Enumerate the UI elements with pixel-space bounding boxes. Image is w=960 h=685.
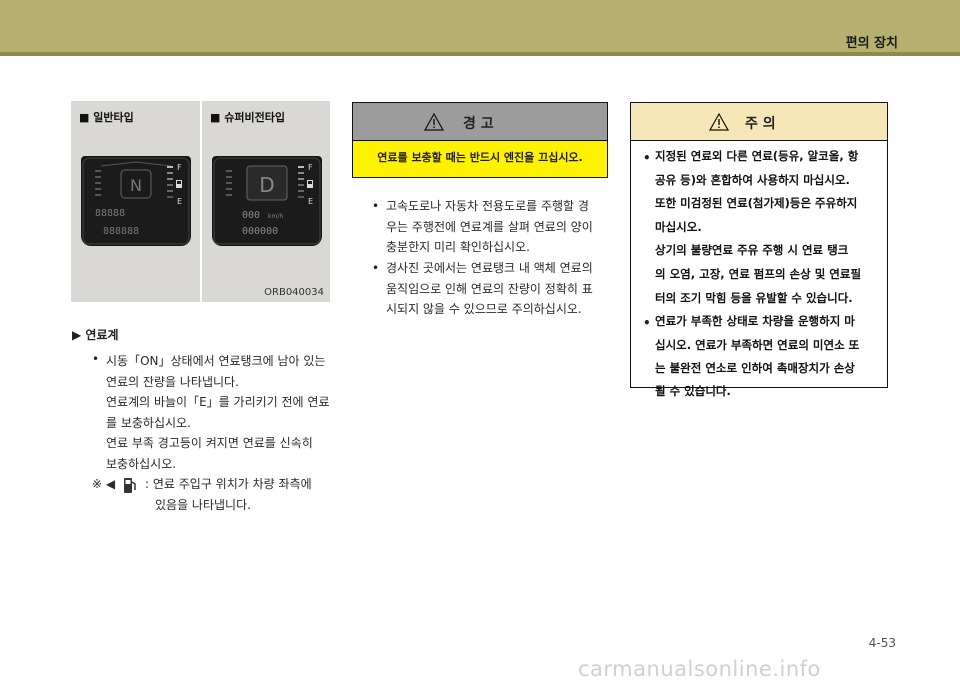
fuel-pump-icon [307,180,313,188]
fuel-pump-icon [176,180,182,188]
caution-bullet: • [643,316,651,330]
section-line: 를 보충하십시오. [106,415,191,430]
supervision-type-panel: ■ 슈퍼비전타입 D F E 000 km/h 000000 ORB040034 [202,101,330,302]
note-line: 있음을 나타냅니다. [155,497,251,512]
section-heading: ▶ 연료계 [72,326,119,343]
caution-title: 주 의 [745,116,776,132]
caution-bullet: • [643,151,651,165]
header-rule [0,52,960,56]
caution-line: 터의 조기 막힘 등을 유발할 수 있습니다. [655,290,853,305]
chapter-title: 편의 장치 [845,36,898,51]
warning-line: 고속도로나 자동차 전용도로를 주행할 경 [386,199,589,213]
warning-line: 시되지 않을 수 있으므로 주의하십시오. [386,302,582,316]
section-line: 연료의 잔량을 나타냅니다. [106,374,239,389]
supervision-odometer: 000000 [242,226,278,237]
standard-type-label: ■ 일반타입 [79,111,134,124]
header-band [0,0,960,52]
section-line: 연료 부족 경고등이 켜지면 연료를 신속히 [106,436,313,450]
caution-line: 의 오염, 고장, 연료 펌프의 손상 및 연료필 [655,267,862,281]
warning-header: 경 고 [353,103,607,141]
figure-code: ORB040034 [264,287,324,298]
caution-triangle-icon [709,113,729,131]
standard-type-panel: ■ 일반타입 N F E 88888 888888 [71,101,200,302]
fuel-empty-mark: E [308,197,313,206]
fuel-full-mark: F [308,163,313,172]
caution-box: 주 의 • 지정된 연료외 다른 연료(등유, 알코올, 항 공유 등)와 혼합… [630,102,888,398]
section-line: 보충하십시오. [106,456,177,471]
warning-line: 우는 주행전에 연료계를 살펴 연료의 양이 [386,219,593,234]
watermark: carmanualsonline.info [578,657,821,681]
standard-cluster-graphic: N F E 88888 888888 [82,157,190,245]
standard-gear-text: N [130,176,142,195]
warning-bullet: • [372,199,380,213]
supervision-type-label: ■ 슈퍼비전타입 [210,111,285,124]
section-bullet: • [92,352,100,366]
caution-line: 또한 미검정된 연료(첨가제)등은 주유하지 [655,196,858,211]
section-marker-icon: ▶ [72,328,82,342]
warning-line: 충분한지 미리 확인하십시오. [386,240,530,254]
caution-line: 는 불완전 연소로 인하여 촉매장치가 손상 [655,361,855,376]
supervision-cluster-image: D F E 000 km/h 000000 [212,156,322,246]
supervision-cluster-graphic: D F E 000 km/h 000000 [213,157,321,245]
fuel-full-mark: F [177,163,182,172]
note-mark: ※ ◀ [92,477,116,491]
warning-body: 연료를 보충할 때는 반드시 엔진을 끄십시오. [377,151,583,164]
warning-line: 경사진 곳에서는 연료탱크 내 액체 연료의 [386,261,593,275]
warning-bullet: • [372,261,380,275]
standard-trip: 888888 [103,226,139,237]
warning-triangle-icon [424,113,444,131]
caution-header: 주 의 [631,103,887,141]
section-title: 연료계 [85,328,119,342]
caution-line: 될 수 있습니다. [655,384,731,398]
fuel-empty-mark: E [177,197,182,206]
note-line: : 연료 주입구 위치가 차량 좌측에 [145,477,312,491]
section-line: 시동「ON」상태에서 연료탱크에 남아 있는 [106,354,326,368]
caution-line: 공유 등)와 혼합하여 사용하지 마십시오. [655,172,850,187]
speed-unit: km/h [268,213,283,220]
caution-line: 십시오. 연료가 부족하면 연료의 미연소 또 [655,337,860,352]
supervision-speed: 000 [242,210,260,221]
warning-line: 움직임으로 인해 연료의 잔량이 정확히 표 [386,281,593,296]
standard-odometer: 88888 [95,208,125,219]
section-line: 연료계의 바늘이「E」를 가리키기 전에 연료 [106,395,330,409]
instrument-cluster-figure: ■ 일반타입 N F E 88888 888888 ■ 슈퍼비전타입 D F E… [71,101,330,302]
fuel-pump-icon [123,476,137,494]
caution-line: 지정된 연료외 다른 연료(등유, 알코올, 항 [655,149,859,163]
supervision-gear-text: D [259,173,274,197]
warning-box: 경 고 연료를 보충할 때는 반드시 엔진을 끄십시오. [352,102,608,178]
warning-title: 경 고 [463,116,494,132]
caution-line: 연료가 부족한 상태로 차량을 운행하지 마 [655,314,855,329]
caution-line: 상기의 불량연료 주유 주행 시 연료 탱크 [655,243,849,258]
standard-cluster-image: N F E 88888 888888 [81,156,191,246]
page-number: 4-53 [868,636,896,650]
caution-line: 마십시오. [655,219,702,234]
